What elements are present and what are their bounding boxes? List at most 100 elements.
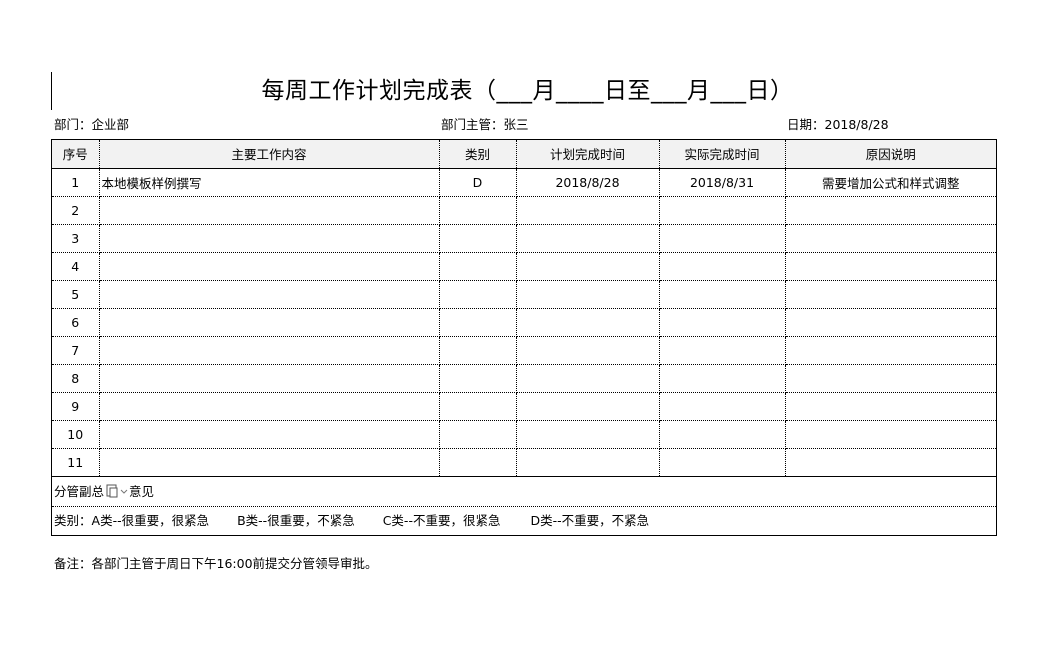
table-cell[interactable]: [439, 336, 517, 365]
row-number-cell[interactable]: 11: [52, 448, 100, 477]
table-cell[interactable]: [659, 308, 786, 337]
table-row: 3: [52, 224, 996, 253]
table-cell[interactable]: [785, 364, 996, 393]
category-a: A类--很重要，很紧急: [91, 512, 210, 528]
table-cell[interactable]: [516, 308, 660, 337]
header-cell[interactable]: 主要工作内容: [99, 140, 440, 169]
row-number-cell[interactable]: 3: [52, 224, 100, 253]
table-row: 1 本地模板样例撰写 D 2018/8/28 2018/8/31 需要增加公式和样式调整: [52, 168, 996, 197]
table-cell[interactable]: 2018/8/28: [516, 168, 660, 197]
table-cell[interactable]: [516, 280, 660, 309]
header-cell[interactable]: 序号: [52, 140, 100, 169]
table-cell[interactable]: 2018/8/31: [659, 168, 786, 197]
table-cell[interactable]: [99, 448, 440, 477]
table-row: 9: [52, 392, 996, 421]
category-d: D类--不重要，不紧急: [530, 512, 650, 528]
header-cell[interactable]: 原因说明: [785, 140, 996, 169]
date-field[interactable]: 日期：2018/8/28: [787, 116, 889, 134]
row-number-cell[interactable]: 4: [52, 252, 100, 281]
table-cell[interactable]: [439, 252, 517, 281]
row-number-cell[interactable]: 1: [52, 168, 100, 197]
table-cell[interactable]: [659, 392, 786, 421]
table-cell[interactable]: [99, 420, 440, 449]
table-cell[interactable]: 本地模板样例撰写: [99, 168, 440, 197]
table-cell[interactable]: [785, 280, 996, 309]
department-field[interactable]: 部门：企业部: [54, 116, 129, 134]
table-cell[interactable]: [99, 280, 440, 309]
table-cell[interactable]: 需要增加公式和样式调整: [785, 168, 996, 197]
row-number-cell[interactable]: 8: [52, 364, 100, 393]
vp-opinion-label: 分管副总: [54, 483, 105, 499]
plan-sheet: 序号 主要工作内容 类别 计划完成时间 实际完成时间 原因说明 1 本地模板样例撰…: [51, 139, 997, 536]
table-cell[interactable]: [785, 252, 996, 281]
vp-opinion-suffix: 意见: [129, 483, 155, 499]
manager-field[interactable]: 部门主管：张三: [441, 116, 529, 134]
table-cell[interactable]: [99, 336, 440, 365]
category-b: B类--很重要，不紧急: [237, 512, 355, 528]
row-number-cell[interactable]: 9: [52, 392, 100, 421]
table-cell[interactable]: [516, 448, 660, 477]
table-row: 5: [52, 280, 996, 309]
table-cell[interactable]: [439, 420, 517, 449]
table-row: 4: [52, 252, 996, 281]
category-c: C类--不重要，很紧急: [382, 512, 501, 528]
header-cell[interactable]: 计划完成时间: [516, 140, 660, 169]
table-cell[interactable]: [439, 196, 517, 225]
table-cell[interactable]: [439, 448, 517, 477]
table-cell[interactable]: [439, 364, 517, 393]
table-cell[interactable]: [785, 420, 996, 449]
table-row: 11: [52, 448, 996, 477]
table-cell[interactable]: [785, 336, 996, 365]
table-cell[interactable]: [659, 336, 786, 365]
table-cell[interactable]: [99, 308, 440, 337]
row-number-cell[interactable]: 7: [52, 336, 100, 365]
sheet-title: 每周工作计划完成表（___月____日至___月___日）: [261, 78, 794, 104]
table-cell[interactable]: [659, 280, 786, 309]
footer-note: 备注：各部门主管于周日下午16:00前提交分管领导审批。: [54, 556, 378, 571]
table-row: 6: [52, 308, 996, 337]
table-cell[interactable]: [516, 364, 660, 393]
table-cell[interactable]: [785, 196, 996, 225]
table-cell[interactable]: [785, 448, 996, 477]
table-cell[interactable]: [516, 224, 660, 253]
table-cell[interactable]: [659, 364, 786, 393]
table-cell[interactable]: [785, 392, 996, 421]
table-cell[interactable]: [516, 392, 660, 421]
category-prefix: 类别：: [54, 512, 92, 528]
header-cell[interactable]: 实际完成时间: [659, 140, 786, 169]
table-cell[interactable]: [439, 308, 517, 337]
table-cell[interactable]: [516, 336, 660, 365]
table-cell[interactable]: [659, 252, 786, 281]
paste-options-icon[interactable]: [106, 484, 128, 498]
table-cell[interactable]: [99, 364, 440, 393]
table-row: 2: [52, 196, 996, 225]
table-cell[interactable]: [99, 392, 440, 421]
header-row: 序号 主要工作内容 类别 计划完成时间 实际完成时间 原因说明: [52, 140, 996, 169]
row-number-cell[interactable]: 10: [52, 420, 100, 449]
row-number-cell[interactable]: 6: [52, 308, 100, 337]
table-cell[interactable]: [99, 252, 440, 281]
table-cell[interactable]: [659, 224, 786, 253]
table-cell[interactable]: [439, 392, 517, 421]
table-cell[interactable]: [516, 420, 660, 449]
table-cell[interactable]: [439, 280, 517, 309]
table-cell[interactable]: [516, 196, 660, 225]
table-cell[interactable]: [785, 308, 996, 337]
category-legend-row: 类别： A类--很重要，很紧急 B类--很重要，不紧急 C类--不重要，很紧急 …: [52, 507, 996, 535]
header-cell[interactable]: 类别: [439, 140, 517, 169]
table-cell[interactable]: [516, 252, 660, 281]
vp-opinion-row[interactable]: 分管副总 意见: [52, 477, 996, 507]
row-number-cell[interactable]: 2: [52, 196, 100, 225]
table-cell[interactable]: D: [439, 168, 517, 197]
plan-table: 序号 主要工作内容 类别 计划完成时间 实际完成时间 原因说明 1 本地模板样例撰…: [52, 140, 996, 477]
table-cell[interactable]: [785, 224, 996, 253]
table-cell[interactable]: [659, 196, 786, 225]
table-row: 10: [52, 420, 996, 449]
table-body: 1 本地模板样例撰写 D 2018/8/28 2018/8/31 需要增加公式和样式调整 2…: [52, 168, 996, 477]
table-cell[interactable]: [659, 448, 786, 477]
table-cell[interactable]: [99, 196, 440, 225]
row-number-cell[interactable]: 5: [52, 280, 100, 309]
table-cell[interactable]: [439, 224, 517, 253]
table-cell[interactable]: [99, 224, 440, 253]
table-cell[interactable]: [659, 420, 786, 449]
